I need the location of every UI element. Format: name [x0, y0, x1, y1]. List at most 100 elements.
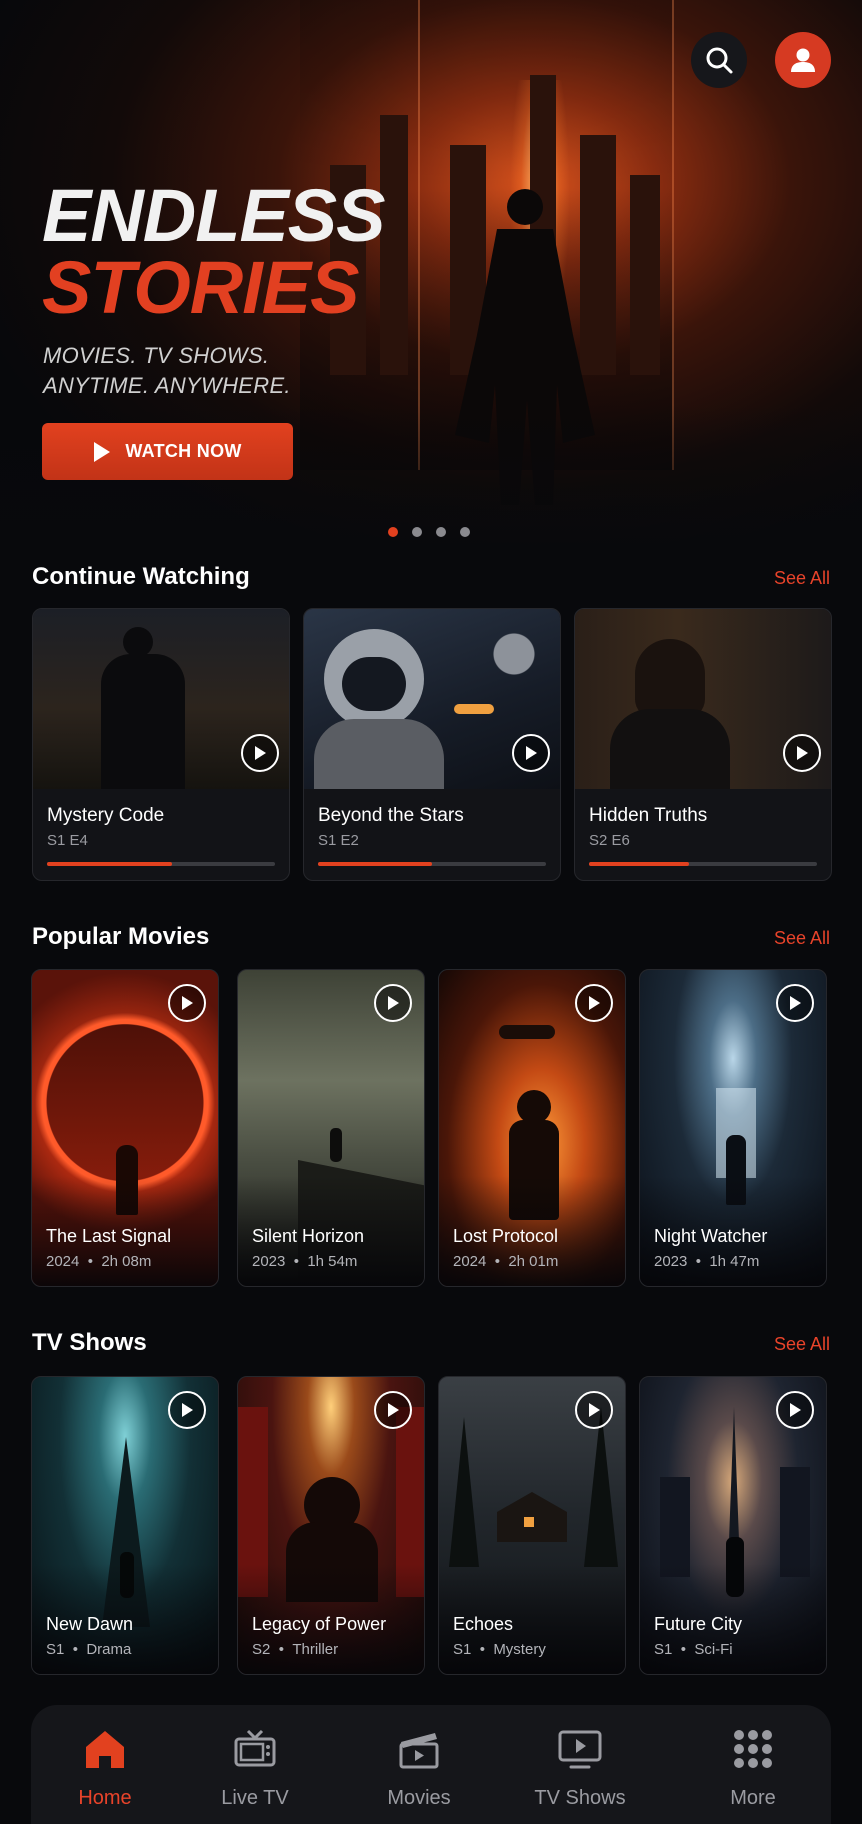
- play-button[interactable]: [575, 1391, 613, 1429]
- nav-label: Live TV: [221, 1787, 289, 1809]
- meta-separator: •: [293, 1253, 299, 1270]
- play-icon: [388, 996, 399, 1010]
- show-meta: S1 • Drama: [46, 1641, 131, 1658]
- movie-meta: 2023 • 1h 54m: [252, 1253, 357, 1270]
- show-season: S1: [46, 1641, 65, 1658]
- carousel-dot[interactable]: [460, 527, 470, 537]
- carousel-indicator: [388, 527, 470, 537]
- card-title: Hidden Truths: [589, 805, 708, 826]
- movie-poster-card[interactable]: Lost Protocol 2024 • 2h 01m: [438, 969, 626, 1287]
- movie-year: 2023: [654, 1253, 688, 1270]
- movie-poster-card[interactable]: Silent Horizon 2023 • 1h 54m: [237, 969, 425, 1287]
- play-button[interactable]: [168, 1391, 206, 1429]
- movie-title: Silent Horizon: [252, 1226, 365, 1246]
- monitor-play-icon: [558, 1730, 602, 1769]
- home-icon: [86, 1731, 124, 1768]
- carousel-dot[interactable]: [388, 527, 398, 537]
- show-title: Legacy of Power: [252, 1614, 387, 1634]
- play-button[interactable]: [241, 734, 279, 772]
- movie-duration: 2h 08m: [101, 1253, 152, 1270]
- play-button[interactable]: [575, 984, 613, 1022]
- play-button[interactable]: [783, 734, 821, 772]
- play-icon: [182, 1403, 193, 1417]
- popular-movies-see-all-link[interactable]: See All: [774, 928, 830, 949]
- hero-subtitle-line2: ANYTIME. ANYWHERE.: [43, 373, 291, 398]
- watch-now-button[interactable]: WATCH NOW: [42, 423, 293, 480]
- nav-label: More: [730, 1787, 776, 1809]
- hero-title-line2: STORIES: [42, 246, 359, 329]
- bottom-navigation: Home Live TV Movies TV Shows More: [31, 1705, 831, 1824]
- progress-bar: [47, 862, 275, 866]
- play-button[interactable]: [512, 734, 550, 772]
- play-icon: [94, 441, 111, 462]
- show-meta: S2 • Thriller: [252, 1641, 338, 1658]
- nav-item-live-tv[interactable]: Live TV: [185, 1725, 325, 1810]
- play-button[interactable]: [776, 1391, 814, 1429]
- movie-meta: 2024 • 2h 01m: [453, 1253, 558, 1270]
- play-icon: [255, 746, 266, 760]
- show-meta: S1 • Sci-Fi: [654, 1641, 733, 1658]
- play-icon: [790, 1403, 801, 1417]
- play-icon: [526, 746, 537, 760]
- continue-watching-see-all-link[interactable]: See All: [774, 568, 830, 589]
- play-icon: [182, 996, 193, 1010]
- show-title: Echoes: [453, 1614, 514, 1634]
- tv-icon: [234, 1729, 276, 1767]
- play-icon: [589, 996, 600, 1010]
- play-icon: [790, 996, 801, 1010]
- hero-title: ENDLESS STORIES: [42, 174, 386, 329]
- continue-watching-card[interactable]: Mystery Code S1 E4: [32, 608, 290, 881]
- movie-poster-card[interactable]: The Last Signal 2024 • 2h 08m: [31, 969, 219, 1287]
- show-title: Future City: [654, 1614, 743, 1634]
- meta-separator: •: [72, 1641, 78, 1658]
- card-episode: S2 E6: [589, 832, 630, 849]
- movie-poster-card[interactable]: Night Watcher 2023 • 1h 47m: [639, 969, 827, 1287]
- show-genre: Mystery: [493, 1641, 546, 1658]
- hero-banner[interactable]: ENDLESS STORIES MOVIES. TV SHOWS. ANYTIM…: [0, 0, 862, 565]
- hero-subtitle: MOVIES. TV SHOWS. ANYTIME. ANYWHERE.: [43, 341, 291, 401]
- carousel-dot[interactable]: [412, 527, 422, 537]
- nav-item-home[interactable]: Home: [35, 1725, 175, 1810]
- nav-label: TV Shows: [534, 1787, 626, 1809]
- play-button[interactable]: [776, 984, 814, 1022]
- show-title: New Dawn: [46, 1614, 134, 1634]
- user-icon: [791, 48, 815, 72]
- show-genre: Drama: [86, 1641, 132, 1658]
- search-icon: [706, 47, 733, 74]
- search-button[interactable]: [691, 32, 747, 88]
- meta-separator: •: [494, 1253, 500, 1270]
- movie-year: 2024: [46, 1253, 80, 1270]
- tv-show-poster-card[interactable]: Legacy of Power S2 • Thriller: [237, 1376, 425, 1675]
- movie-title: Night Watcher: [654, 1226, 768, 1246]
- play-icon: [388, 1403, 399, 1417]
- play-button[interactable]: [374, 984, 412, 1022]
- play-button[interactable]: [168, 984, 206, 1022]
- play-button[interactable]: [374, 1391, 412, 1429]
- hero-title-line1: ENDLESS: [42, 174, 386, 257]
- show-season: S1: [654, 1641, 673, 1658]
- show-meta: S1 • Mystery: [453, 1641, 546, 1658]
- tv-shows-see-all-link[interactable]: See All: [774, 1334, 830, 1355]
- clapperboard-icon: [399, 1733, 439, 1769]
- meta-separator: •: [695, 1253, 701, 1270]
- carousel-dot[interactable]: [436, 527, 446, 537]
- meta-separator: •: [87, 1253, 93, 1270]
- movie-meta: 2023 • 1h 47m: [654, 1253, 759, 1270]
- continue-watching-card[interactable]: Beyond the Stars S1 E2: [303, 608, 561, 881]
- tv-shows-title: TV Shows: [32, 1329, 147, 1356]
- nav-item-more[interactable]: More: [683, 1725, 823, 1810]
- nav-item-movies[interactable]: Movies: [349, 1725, 489, 1810]
- nav-label: Movies: [387, 1787, 451, 1809]
- tv-show-poster-card[interactable]: Future City S1 • Sci-Fi: [639, 1376, 827, 1675]
- movie-title: The Last Signal: [46, 1226, 172, 1246]
- tv-show-poster-card[interactable]: Echoes S1 • Mystery: [438, 1376, 626, 1675]
- card-episode: S1 E2: [318, 832, 359, 849]
- movie-title: Lost Protocol: [453, 1226, 559, 1246]
- continue-watching-card[interactable]: Hidden Truths S2 E6: [574, 608, 832, 881]
- show-season: S2: [252, 1641, 271, 1658]
- nav-item-tv-shows[interactable]: TV Shows: [510, 1725, 650, 1810]
- show-season: S1: [453, 1641, 472, 1658]
- card-title: Mystery Code: [47, 805, 165, 826]
- tv-show-poster-card[interactable]: New Dawn S1 • Drama: [31, 1376, 219, 1675]
- profile-avatar-button[interactable]: [775, 32, 831, 88]
